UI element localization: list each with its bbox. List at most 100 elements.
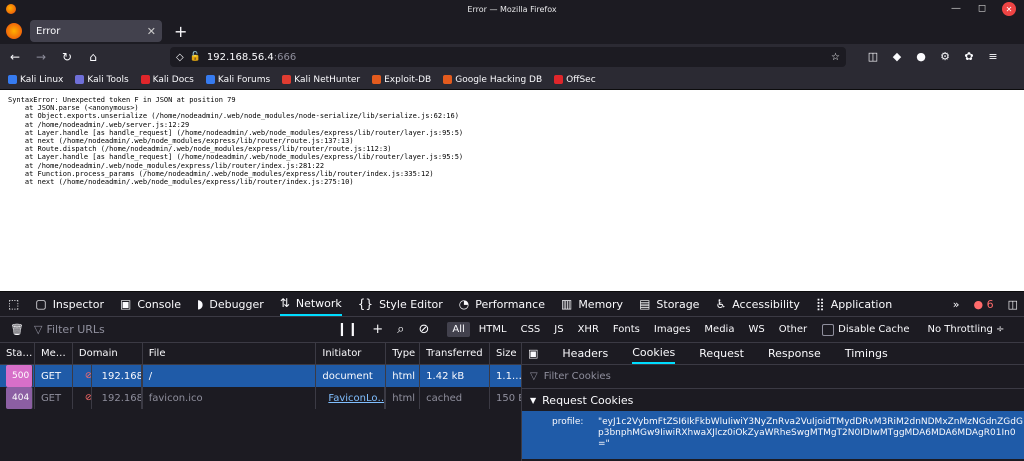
forward-icon[interactable]: → [32,50,50,64]
shield-icon[interactable]: ◇ [176,52,184,63]
section-title: Request Cookies [542,393,634,407]
tab-style-editor[interactable]: {} Style Editor [358,292,443,316]
request-cookies-section[interactable]: ▼ Request Cookies [522,389,1024,411]
bookmark-google-hacking-db[interactable]: Google Hacking DB [443,75,542,85]
insecure-icon: ⊘ [79,387,92,409]
add-request-icon[interactable]: + [372,322,383,337]
search-icon[interactable]: ⌕ [397,322,404,337]
type-html[interactable]: HTML [474,322,512,337]
tab-timings[interactable]: Timings [845,347,888,360]
col-transferred[interactable]: Transferred [420,343,491,364]
col-initiator[interactable]: Initiator [316,343,387,364]
filter-cookies-input[interactable]: Filter Cookies [544,371,611,382]
tab-request[interactable]: Request [699,347,744,360]
col-domain[interactable]: Domain [73,343,143,364]
close-window-icon[interactable]: ✕ [1002,2,1016,16]
bookmark-kali-nethunter[interactable]: Kali NetHunter [282,75,360,85]
bookmark-kali-tools[interactable]: Kali Tools [75,75,129,85]
tab-headers[interactable]: Headers [562,347,608,360]
type-other[interactable]: Other [774,322,812,337]
col-method[interactable]: Me… [35,343,73,364]
dock-icon[interactable]: ◫ [1008,298,1018,311]
pocket-icon[interactable]: ◫ [866,50,880,64]
block-icon[interactable]: ⊘ [418,322,429,337]
console-icon: ▣ [120,297,132,311]
toggle-panel-icon[interactable]: ▣ [528,347,538,360]
request-details-panel: ▣ Headers Cookies Request Response Timin… [522,343,1024,461]
new-tab-button[interactable]: + [174,22,187,41]
extension-icon[interactable]: ◆ [890,50,904,64]
home-icon[interactable]: ⌂ [84,50,102,64]
bookmark-kali-linux[interactable]: Kali Linux [8,75,63,85]
tab-debugger[interactable]: ◗ Debugger [197,292,264,316]
title-bar: Error — Mozilla Firefox — ◻ ✕ [0,0,1024,18]
table-row[interactable]: 500 GET ⊘192.168… / document html 1.42 k… [0,365,521,387]
tab-memory[interactable]: ▥ Memory [561,292,623,316]
bookmark-star-icon[interactable]: ☆ [831,52,840,63]
menu-icon[interactable]: ≡ [986,50,1000,64]
url-bar[interactable]: ◇ 🔓 192.168.56.4:666 ☆ [170,47,846,67]
throttling-select[interactable]: No Throttling ÷ [928,324,1005,335]
type-all[interactable]: All [447,322,470,337]
clear-icon[interactable]: 🗑 [10,323,24,336]
col-status[interactable]: Sta… [0,343,35,364]
request-list-header: Sta… Me… Domain File Initiator Type Tran… [0,343,521,365]
devtools-toolbar: ⬚ ▢ Inspector ▣ Console ◗ Debugger ⇅ Network… [0,291,1024,317]
tab-application[interactable]: ⣿ Application [816,292,892,316]
pick-element-icon[interactable]: ⬚ [8,297,19,311]
foxyproxy-icon[interactable]: ● [914,50,928,64]
bookmark-exploit-db[interactable]: Exploit-DB [372,75,431,85]
type-fonts[interactable]: Fonts [608,322,645,337]
filter-urls-input[interactable]: Filter URLs [46,323,336,336]
error-count-badge[interactable]: ● 6 [973,298,993,311]
tab-response[interactable]: Response [768,347,821,360]
tab-storage[interactable]: ▤ Storage [639,292,699,316]
insecure-icon: ⊘ [79,365,92,387]
tab-network[interactable]: ⇅ Network [279,292,342,316]
col-file[interactable]: File [143,343,317,364]
reload-icon[interactable]: ↻ [58,50,76,64]
close-tab-icon[interactable]: ✕ [147,25,156,38]
bookmark-offsec[interactable]: OffSec [554,75,596,85]
type-js[interactable]: JS [549,322,568,337]
tab-console[interactable]: ▣ Console [120,292,181,316]
tab-cookies[interactable]: Cookies [632,343,676,364]
type-media[interactable]: Media [699,322,739,337]
firefox-view-icon[interactable] [6,23,22,39]
network-icon: ⇅ [279,296,290,310]
type-xhr[interactable]: XHR [573,322,604,337]
pause-icon[interactable]: ❙❙ [336,322,358,337]
cookie-editor-icon[interactable]: ✿ [962,50,976,64]
status-badge: 500 [6,365,34,387]
kali-linux-icon [8,75,17,84]
table-row[interactable]: 404 GET ⊘192.168… favicon.ico FaviconLo…… [0,387,521,409]
tab-accessibility[interactable]: ♿ Accessibility [715,292,799,316]
maximize-icon[interactable]: ◻ [976,2,988,14]
bookmark-kali-forums[interactable]: Kali Forums [205,75,270,85]
tab-performance[interactable]: ◔ Performance [459,292,545,316]
type-images[interactable]: Images [649,322,696,337]
tab-error[interactable]: Error ✕ [30,20,162,42]
google-hacking-db-icon [443,75,453,84]
extensions-icon[interactable]: ⚙ [938,50,952,64]
col-type[interactable]: Type [386,343,421,364]
type-ws[interactable]: WS [743,322,769,337]
accessibility-icon: ♿ [715,297,727,311]
tab-title: Error [36,25,61,37]
cookie-row[interactable]: profile: "eyJ1c2VybmFtZSI6IkFkbWluIiwiY3… [522,411,1024,459]
chevron-down-icon: ▼ [530,395,537,405]
debugger-icon: ◗ [197,297,204,311]
initiator-link[interactable]: FaviconLo… [322,387,386,409]
minimize-icon[interactable]: — [950,2,962,14]
back-icon[interactable]: ← [6,50,24,64]
kali-docs-icon [140,75,150,84]
disable-cache-checkbox[interactable]: Disable Cache [822,323,910,336]
cookie-value[interactable]: "eyJ1c2VybmFtZSI6IkFkbWluIiwiY3NyZnRva2V… [598,417,1024,459]
insecure-lock-icon[interactable]: 🔓 [190,52,201,62]
col-size[interactable]: Size [490,343,521,364]
type-css[interactable]: CSS [516,322,546,337]
tab-inspector[interactable]: ▢ Inspector [35,292,104,316]
more-tools-icon[interactable]: » [953,298,960,311]
bookmark-kali-docs[interactable]: Kali Docs [140,75,194,85]
request-list: Sta… Me… Domain File Initiator Type Tran… [0,343,522,461]
